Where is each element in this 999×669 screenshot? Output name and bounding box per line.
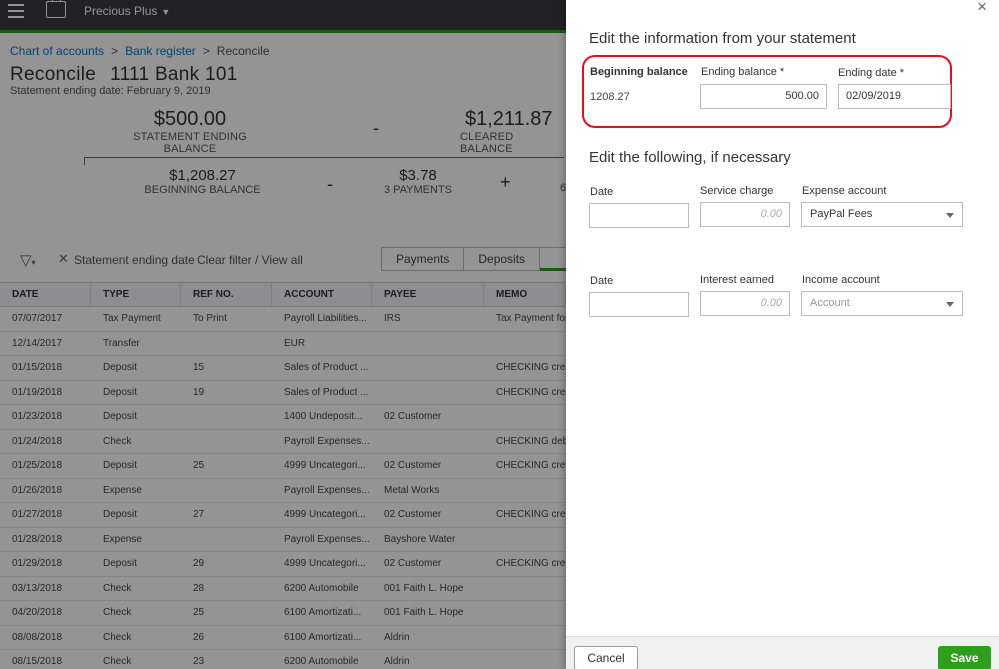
reconcile-page: Precious Plus ▼ Chart of accounts > Bank re… bbox=[0, 0, 566, 669]
expense-account-select[interactable]: PayPal Fees bbox=[801, 202, 963, 227]
interest-date-label: Date bbox=[590, 275, 614, 287]
ending-balance-input[interactable]: 500.00 bbox=[700, 84, 827, 109]
expense-account-value: PayPal Fees bbox=[810, 208, 873, 220]
income-account-label: Income account bbox=[802, 274, 880, 286]
modal-overlay[interactable] bbox=[0, 0, 566, 669]
edit-statement-drawer: × Edit the information from your stateme… bbox=[566, 0, 999, 669]
interest-date-input[interactable] bbox=[589, 292, 689, 317]
caret-down-icon bbox=[946, 302, 954, 307]
service-charge-label: Service charge bbox=[700, 185, 774, 197]
income-account-placeholder: Account bbox=[810, 297, 850, 309]
save-button[interactable]: Save bbox=[938, 646, 991, 669]
service-charge-placeholder: 0.00 bbox=[760, 208, 782, 220]
cancel-button[interactable]: Cancel bbox=[574, 646, 638, 669]
beginning-balance-value: 1208.27 bbox=[590, 91, 630, 103]
ending-balance-label: Ending balance * bbox=[701, 66, 785, 78]
ending-date-label: Ending date * bbox=[838, 67, 905, 79]
caret-down-icon bbox=[946, 213, 954, 218]
drawer-footer: Cancel Save bbox=[566, 636, 999, 669]
interest-earned-placeholder: 0.00 bbox=[760, 297, 782, 309]
income-account-select[interactable]: Account bbox=[801, 291, 963, 316]
expense-account-label: Expense account bbox=[802, 185, 887, 197]
close-icon[interactable]: × bbox=[977, 0, 987, 15]
beginning-balance-label: Beginning balance bbox=[590, 66, 688, 78]
optional-section-title: Edit the following, if necessary bbox=[589, 149, 791, 166]
interest-earned-label: Interest earned bbox=[700, 274, 774, 286]
statement-section-title: Edit the information from your statement bbox=[589, 30, 856, 47]
service-date-input[interactable] bbox=[589, 203, 689, 228]
service-charge-input[interactable]: 0.00 bbox=[700, 202, 790, 227]
service-date-label: Date bbox=[590, 186, 614, 198]
interest-earned-input[interactable]: 0.00 bbox=[700, 291, 790, 316]
ending-date-input[interactable]: 02/09/2019 bbox=[838, 84, 951, 109]
